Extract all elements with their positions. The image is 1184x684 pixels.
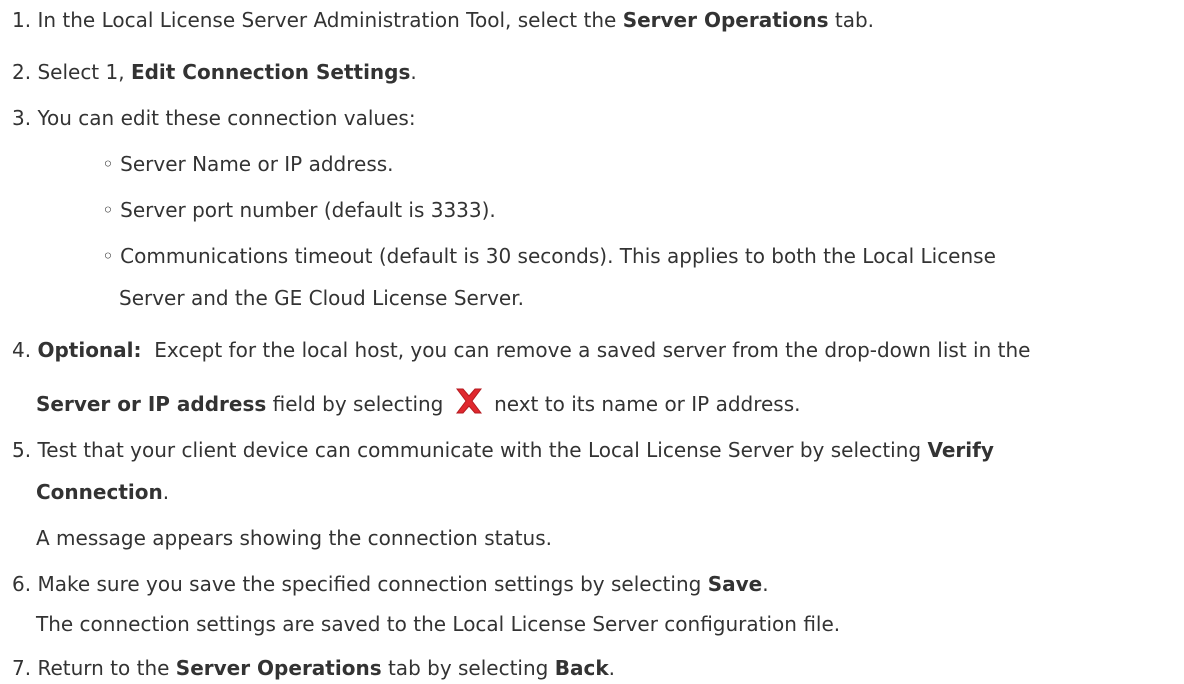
bullet-marker: ◦ [102,198,114,222]
ui-term-server-or-ip-address: Server or IP address [36,392,267,416]
step-number: 5. [12,438,32,462]
step-text: . [410,60,417,84]
bullet-item: ◦ Communications timeout (default is 30 … [102,242,996,270]
step-text: field by selecting [266,392,450,416]
step-text: . [162,480,170,504]
step-text: next to its name or IP address. [487,392,801,416]
step-text: Except for the local host, you can remov… [141,338,1031,362]
step-text: You can edit these connection values: [37,106,416,130]
ui-term-back: Back [554,656,609,680]
ui-term-server-operations: Server Operations [175,656,382,680]
bullet-text: Server and the GE Cloud License Server. [119,286,524,310]
bullet-text: Server Name or IP address. [120,152,394,176]
ui-term-verify: Verify [927,438,994,462]
step-5-note: A message appears showing the connection… [36,524,552,552]
ui-term-connection: Connection [36,480,163,504]
step-text: . [608,656,615,680]
step-number: 6. [12,572,32,596]
step-7: 7. Return to the Server Operations tab b… [12,654,615,682]
step-6-note: The connection settings are saved to the… [36,610,840,638]
step-text: tab by selecting [381,656,555,680]
optional-label: Optional: [37,338,142,362]
bullet-item: ◦ Server port number (default is 3333). [102,196,496,224]
ui-term-save: Save [707,572,763,596]
step-5-continuation: Connection. [36,478,169,506]
step-number: 2. [12,60,32,84]
step-6: 6. Make sure you save the specified conn… [12,570,769,598]
bullet-item: ◦ Server Name or IP address. [102,150,394,178]
instructions-page: 1. In the Local License Server Administr… [0,0,1184,684]
step-note: The connection settings are saved to the… [36,612,841,636]
step-2: 2. Select 1, Edit Connection Settings. [12,58,417,86]
bullet-marker: ◦ [102,244,114,268]
step-note: A message appears showing the connection… [36,526,553,550]
step-number: 4. [12,338,32,362]
step-text: Make sure you save the specified connect… [37,572,708,596]
step-text: tab. [828,8,875,32]
step-text: Select 1, [37,60,131,84]
bullet-text: Communications timeout (default is 30 se… [120,244,996,268]
ui-term-edit-connection-settings: Edit Connection Settings [130,60,411,84]
bullet-continuation: Server and the GE Cloud License Server. [119,284,524,312]
step-text: Return to the [37,656,176,680]
step-text: Test that your client device can communi… [37,438,928,462]
step-text: . [762,572,769,596]
step-number: 7. [12,656,32,680]
step-4-continuation: Server or IP address field by selecting … [36,386,801,418]
bullet-text: Server port number (default is 3333). [120,198,496,222]
step-text: In the Local License Server Administrati… [37,8,623,32]
step-number: 1. [12,8,32,32]
step-4: 4. Optional: Except for the local host, … [12,336,1030,364]
step-5: 5. Test that your client device can comm… [12,436,994,464]
step-3: 3. You can edit these connection values: [12,104,416,132]
bullet-marker: ◦ [102,152,114,176]
ui-term-server-operations: Server Operations [622,8,829,32]
step-1: 1. In the Local License Server Administr… [12,6,874,34]
step-number: 3. [12,106,32,130]
red-x-remove-icon [452,386,486,416]
